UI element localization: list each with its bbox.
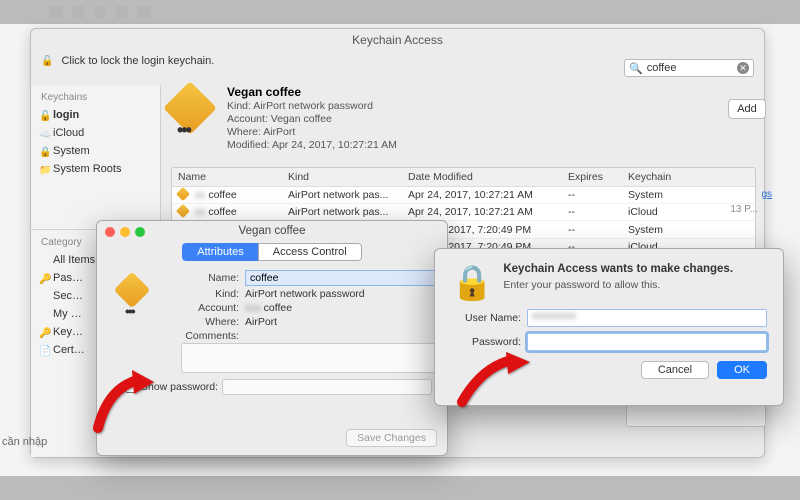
username-field[interactable]: xxxxxxxx <box>527 309 767 327</box>
password-field[interactable] <box>527 333 767 351</box>
save-changes-button[interactable]: Save Changes <box>346 429 437 447</box>
settings-link[interactable]: gs <box>761 189 772 200</box>
sidebar-item-icloud[interactable]: iCloud <box>31 124 160 142</box>
auth-heading: Keychain Access wants to make changes. <box>503 263 733 275</box>
footnote: cần nhập <box>2 436 47 448</box>
table-row[interactable]: xx coffeeAirPort network pas...Apr 24, 2… <box>172 187 755 204</box>
key-icon <box>39 327 49 337</box>
clear-search-icon[interactable]: ✕ <box>737 62 749 74</box>
annotation-arrow-icon <box>452 352 532 412</box>
page-count: 13 P... <box>730 204 758 215</box>
zoom-icon <box>135 227 145 237</box>
table-row[interactable]: xx coffeeAirPort network pas...Apr 24, 2… <box>172 204 755 221</box>
item-detail: ••• Vegan coffee Kind: AirPort network p… <box>171 85 756 163</box>
tab-segment[interactable]: Attributes Access Control <box>97 243 447 261</box>
sidebar-item-system-roots[interactable]: System Roots <box>31 160 160 178</box>
add-button[interactable]: Add <box>728 99 766 119</box>
tab-access-control[interactable]: Access Control <box>258 243 362 261</box>
password-icon: ••• <box>171 89 217 135</box>
window-title: Keychain Access <box>31 29 764 51</box>
search-icon: 🔍 <box>629 62 643 75</box>
search-value: coffee <box>647 62 733 74</box>
sidebar-header: Keychains <box>31 89 160 106</box>
minimize-icon <box>120 227 130 237</box>
lock-icon[interactable] <box>41 55 53 67</box>
password-display <box>222 379 432 395</box>
auth-sub: Enter your password to allow this. <box>503 279 733 291</box>
cert-icon <box>39 345 49 355</box>
unlock-icon <box>39 110 49 120</box>
search-field[interactable]: 🔍 coffee ✕ <box>624 59 754 77</box>
lock-icon: 🔒 <box>451 263 493 303</box>
sidebar-item-login[interactable]: login <box>31 106 160 124</box>
folder-icon <box>39 164 49 174</box>
close-icon <box>105 227 115 237</box>
ok-button[interactable]: OK <box>717 361 767 379</box>
window-controls[interactable] <box>105 227 145 237</box>
sidebar-item-system[interactable]: System <box>31 142 160 160</box>
comments-field[interactable] <box>181 343 439 373</box>
name-field[interactable] <box>245 270 437 286</box>
cloud-icon <box>39 128 49 138</box>
cancel-button[interactable]: Cancel <box>641 361 709 379</box>
attr-title: Vegan coffee <box>97 221 447 239</box>
annotation-arrow-icon <box>88 368 158 438</box>
detail-name: Vegan coffee <box>227 85 397 99</box>
lock-icon <box>39 146 49 156</box>
key-icon <box>39 273 49 283</box>
password-icon: ••• <box>119 277 159 303</box>
tab-attributes[interactable]: Attributes <box>182 243 257 261</box>
lock-hint: Click to lock the login keychain. <box>61 55 214 67</box>
